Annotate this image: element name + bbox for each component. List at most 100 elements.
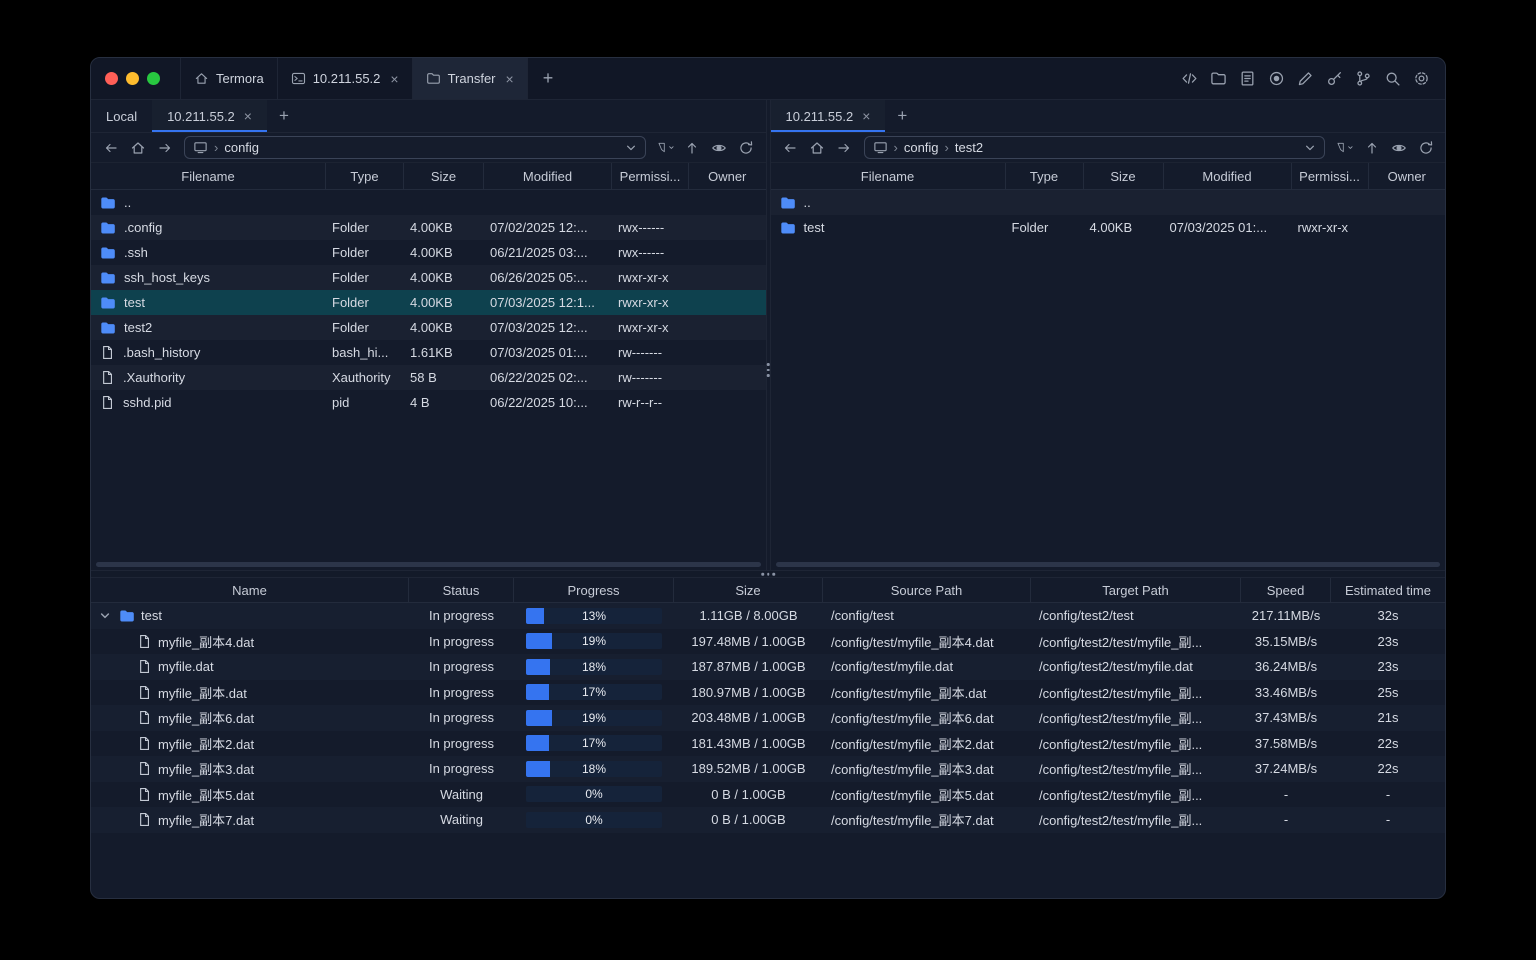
estimated-time: - [1385,812,1391,828]
transfer-row[interactable]: myfile_副本3.dat In progress 18% 189.52MB / 1… [91,756,1445,782]
refresh-button[interactable] [1413,136,1438,160]
transfer-row[interactable]: myfile_副本6.dat In progress 19% 203.48MB / 1… [91,705,1445,731]
folder-icon [426,73,440,84]
edit-button[interactable] [1296,70,1314,88]
column-header-size[interactable]: Size [674,578,823,602]
breadcrumb-test2[interactable]: test2 [955,140,983,155]
filename: .ssh [124,245,148,260]
column-header-speed[interactable]: Speed [1241,578,1331,602]
column-header-size[interactable]: Size [404,163,484,189]
close-icon[interactable]: × [506,72,514,86]
column-header-source-path[interactable]: Source Path [823,578,1031,602]
column-header-owner[interactable]: Owner [1369,163,1446,189]
chevron-down-icon[interactable] [99,610,113,622]
file-row[interactable]: ssh_host_keys Folder 4.00KB 06/26/2025 05:.… [91,265,766,290]
upload-button[interactable] [680,136,705,160]
column-header-filename[interactable]: Filename [91,163,326,189]
pane-tab-host[interactable]: 10.211.55.2 × [152,100,267,132]
column-header-modified[interactable]: Modified [1164,163,1292,189]
column-header-progress[interactable]: Progress [514,578,674,602]
branch-button[interactable] [1354,70,1372,88]
back-button[interactable] [98,136,123,160]
horizontal-splitter[interactable] [91,570,1445,578]
horizontal-scrollbar[interactable] [96,562,761,567]
path-bar[interactable]: › config [184,136,646,159]
chevron-down-icon[interactable] [1304,142,1316,154]
show-hidden-button[interactable] [1386,136,1411,160]
file-row[interactable]: .config Folder 4.00KB 07/02/2025 12:... rwx-… [91,215,766,240]
name-cell: myfile_副本7.dat [91,810,409,829]
file-row[interactable]: test2 Folder 4.00KB 07/03/2025 12:... rwxr-x… [91,315,766,340]
column-header-owner[interactable]: Owner [689,163,766,189]
new-tab-button[interactable]: + [528,58,569,99]
transfer-row[interactable]: myfile_副本7.dat Waiting 0% 0 B / 1.00GB/conf… [91,807,1445,833]
computer-icon [194,142,207,154]
file-row[interactable]: .. [770,190,1445,215]
transfer-row[interactable]: myfile_副本2.dat In progress 17% 181.43MB / 1… [91,731,1445,757]
new-pane-tab-button[interactable]: + [267,100,301,132]
key-button[interactable] [1325,70,1343,88]
forward-button[interactable] [152,136,177,160]
file-row[interactable]: sshd.pid pid 4 B 06/22/2025 10:... rw-r--r-- [91,390,766,415]
file-row[interactable]: .bash_history bash_hi... 1.61KB 07/03/2025 … [91,340,766,365]
search-button[interactable] [1383,70,1401,88]
record-button[interactable] [1267,70,1285,88]
column-header-filename[interactable]: Filename [771,163,1006,189]
column-header-type[interactable]: Type [326,163,404,189]
column-header-permissions[interactable]: Permissi... [1292,163,1369,189]
transfer-row[interactable]: myfile_副本5.dat Waiting 0% 0 B / 1.00GB/conf… [91,782,1445,808]
column-header-permissions[interactable]: Permissi... [612,163,689,189]
refresh-button[interactable] [734,136,759,160]
transfer-row[interactable]: myfile.dat In progress 18% 187.87MB / 1.00G… [91,654,1445,680]
filename: test2 [124,320,153,335]
transfer-row[interactable]: test In progress 13% 1.11GB / 8.00GB/config… [91,603,1445,629]
column-header-modified[interactable]: Modified [484,163,612,189]
chevron-down-icon[interactable] [625,142,637,154]
file-row[interactable]: .Xauthority Xauthority 58 B 06/22/2025 02:.… [91,365,766,390]
pane-tab-host[interactable]: 10.211.55.2 × [770,100,886,132]
zoom-window-button[interactable] [147,72,160,85]
file-row[interactable]: test Folder 4.00KB 07/03/2025 01:... rwxr-xr… [771,215,1446,240]
breadcrumb-config[interactable]: config [224,140,259,155]
pane-tab-local[interactable]: Local [91,100,152,132]
file-row[interactable]: .ssh Folder 4.00KB 06/21/2025 03:... rwx----… [91,240,766,265]
column-header-type[interactable]: Type [1006,163,1084,189]
column-header-status[interactable]: Status [409,578,514,602]
filename-cell: .. [771,195,1006,211]
breadcrumb-config[interactable]: config [904,140,939,155]
bookmark-button[interactable] [1332,136,1357,160]
column-header-target-path[interactable]: Target Path [1031,578,1241,602]
close-window-button[interactable] [105,72,118,85]
close-icon[interactable]: × [390,72,398,86]
target-path: /config/test2/test/myfile_副... [1039,762,1203,778]
forward-button[interactable] [832,136,857,160]
tab-transfer[interactable]: Transfer × [412,58,528,99]
new-pane-tab-button[interactable]: + [885,100,919,132]
column-header-size[interactable]: Size [1084,163,1164,189]
home-button[interactable] [125,136,150,160]
close-icon[interactable]: × [244,109,252,123]
column-header-estimated-time[interactable]: Estimated time [1331,578,1445,602]
horizontal-scrollbar[interactable] [775,562,1440,567]
file-row[interactable]: test Folder 4.00KB 07/03/2025 12:1... rwxr-x… [91,290,766,315]
tab-10-211-55-2[interactable]: 10.211.55.2 × [278,58,413,99]
close-icon[interactable]: × [862,109,870,123]
modified-cell: 07/03/2025 01:... [1169,220,1268,235]
back-button[interactable] [778,136,803,160]
transfer-row[interactable]: myfile_副本.dat In progress 17% 180.97MB / 1.… [91,680,1445,706]
transfer-row[interactable]: myfile_副本4.dat In progress 19% 197.48MB / 1… [91,629,1445,655]
code-button[interactable] [1180,70,1198,88]
file-row[interactable]: .. [91,190,766,215]
column-header-name[interactable]: Name [91,578,409,602]
bookmark-button[interactable] [653,136,678,160]
upload-button[interactable] [1359,136,1384,160]
home-button[interactable] [805,136,830,160]
log-button[interactable] [1238,70,1256,88]
minimize-window-button[interactable] [126,72,139,85]
path-bar[interactable]: › config › test2 [863,136,1325,159]
show-hidden-button[interactable] [707,136,732,160]
tab-termora[interactable]: Termora [181,58,278,99]
status: In progress [428,761,495,777]
settings-button[interactable] [1412,70,1430,88]
folder-button[interactable] [1209,70,1227,88]
